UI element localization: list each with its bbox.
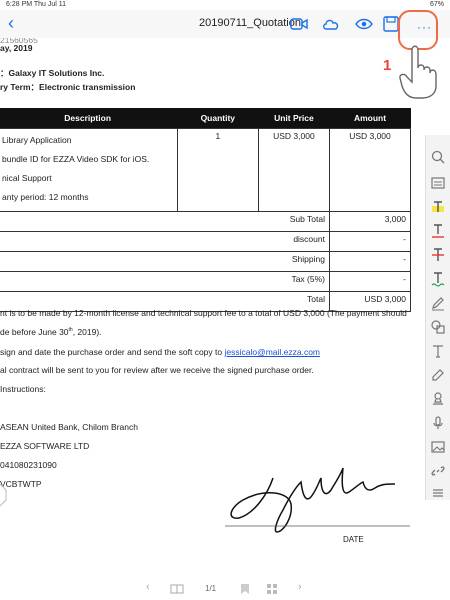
item-line: Library Application (2, 135, 72, 145)
col-amount: Amount (329, 108, 411, 129)
image-icon[interactable] (430, 439, 446, 455)
item-quantity: 1 (176, 128, 259, 212)
highlight-icon[interactable] (430, 199, 446, 215)
annotation-toolbar (425, 135, 450, 500)
date-label: DATE (343, 535, 364, 544)
col-quantity: Quantity (177, 108, 259, 129)
item-line: nical Support (2, 173, 52, 183)
squiggly-icon[interactable] (430, 271, 446, 287)
shapes-icon[interactable] (430, 319, 446, 335)
stamp-icon[interactable] (430, 391, 446, 407)
scroll-handle[interactable] (0, 482, 8, 508)
link-icon[interactable] (430, 463, 446, 479)
item-line: anty period: 12 months (2, 192, 89, 202)
document-page: 21560565 ay, 2019 ：Galaxy IT Solutions I… (0, 38, 425, 568)
delivery-term: ry Term：Electronic transmission (0, 82, 136, 92)
col-description: Description (0, 108, 178, 129)
payment-note: nt is to be made by 12-month license and… (0, 308, 407, 318)
total-row: Shipping - (0, 251, 412, 272)
payment-deadline: de before June 30th, 2019). (0, 327, 102, 337)
item-unit-price: USD 3,000 (257, 128, 330, 212)
battery-level: 67% (429, 1, 444, 8)
email-link[interactable]: jessicalo@mail.ezza.com (224, 347, 320, 357)
quotation-table: Description Quantity Unit Price Amount L… (0, 108, 412, 312)
status-time: 6:28 PM Thu Jul 11 (6, 1, 67, 8)
account-number: 041080231090 (0, 460, 57, 470)
signature (225, 467, 410, 533)
pencil-icon[interactable] (430, 367, 446, 383)
text-box-icon[interactable] (430, 175, 446, 191)
strikethrough-icon[interactable] (430, 247, 446, 263)
view-mode-icon[interactable] (355, 16, 373, 32)
bookmark-icon[interactable] (240, 583, 250, 595)
contract-note: al contract will be sent to you for revi… (0, 365, 314, 375)
account-name: EZZA SOFTWARE LTD (0, 441, 90, 451)
underline-icon[interactable] (430, 223, 446, 239)
payment-instructions-heading: Instructions: (0, 384, 46, 394)
quotation-date: ay, 2019 (0, 43, 33, 53)
status-bar: 6:28 PM Thu Jul 11 67% (0, 0, 450, 10)
next-page-icon[interactable]: › (298, 581, 302, 593)
cloud-sync-icon[interactable] (322, 16, 340, 32)
recipient-company: ：Galaxy IT Solutions Inc. (0, 68, 105, 78)
signing-instruction: sign and date the purchase order and sen… (0, 347, 321, 357)
previous-page-icon[interactable]: ‹ (146, 581, 150, 593)
table-row: Library Application bundle ID for EZZA V… (0, 128, 412, 212)
col-unit-price: Unit Price (258, 108, 330, 129)
menu-icon[interactable] (430, 485, 446, 501)
page-grid-icon[interactable] (170, 584, 184, 594)
typewriter-icon[interactable] (430, 343, 446, 359)
top-toolbar: ‹ 20190711_Quotation (0, 10, 450, 38)
item-amount: USD 3,000 (328, 128, 412, 212)
page-indicator: 1/1 (205, 584, 217, 593)
total-row: Tax (5%) - (0, 271, 412, 292)
video-record-icon[interactable] (290, 16, 308, 32)
pen-icon[interactable] (430, 295, 446, 311)
page-navigation-bar: ‹ 1/1 › (0, 578, 450, 600)
microphone-icon[interactable] (430, 415, 446, 431)
bank-name: ASEAN United Bank, Chilom Branch (0, 422, 138, 432)
search-icon[interactable] (430, 149, 446, 165)
item-line: bundle ID for EZZA Video SDK for iOS. (2, 154, 150, 164)
total-row: discount - (0, 231, 412, 252)
total-row: Sub Total 3,000 (0, 211, 412, 232)
thumbnails-icon[interactable] (266, 583, 278, 595)
more-options-icon[interactable]: ··· (417, 20, 432, 34)
